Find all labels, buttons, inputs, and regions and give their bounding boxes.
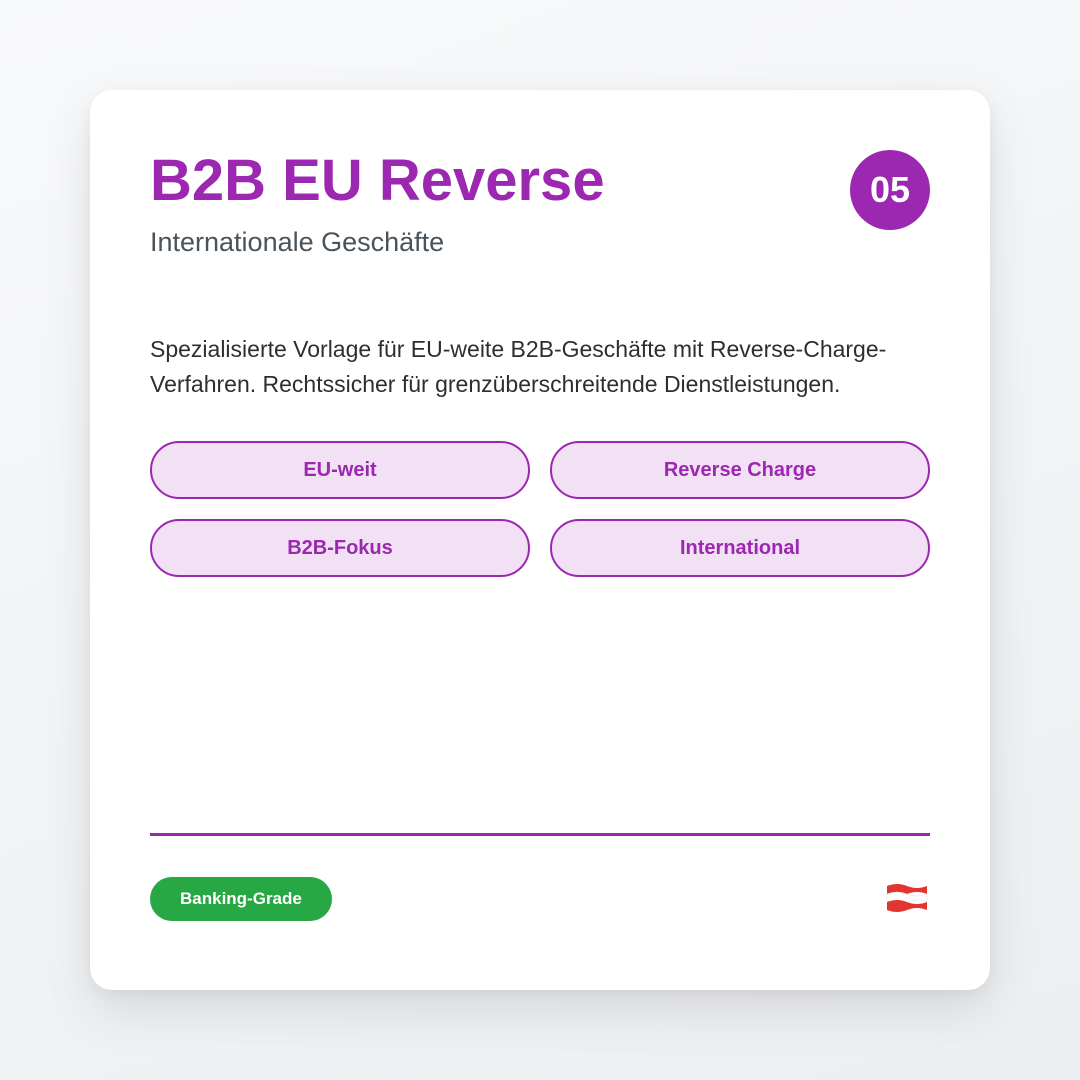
banking-grade-badge: Banking-Grade	[150, 877, 332, 921]
tag-reverse-charge: Reverse Charge	[550, 441, 930, 499]
tag-b2b-fokus: B2B-Fokus	[150, 519, 530, 577]
tag-eu-weit: EU-weit	[150, 441, 530, 499]
austria-flag-icon	[886, 884, 928, 912]
card-title: B2B EU Reverse	[150, 148, 605, 213]
card-description: Spezialisierte Vorlage für EU-weite B2B-…	[150, 336, 887, 397]
footer-divider	[150, 833, 930, 836]
template-card[interactable]: B2B EU Reverse Internationale Geschäfte …	[90, 90, 990, 990]
number-badge: 05	[850, 150, 930, 230]
tag-international: International	[550, 519, 930, 577]
tag-list: EU-weit Reverse Charge B2B-Fokus Interna…	[150, 441, 930, 577]
card-subtitle: Internationale Geschäfte	[150, 227, 445, 257]
